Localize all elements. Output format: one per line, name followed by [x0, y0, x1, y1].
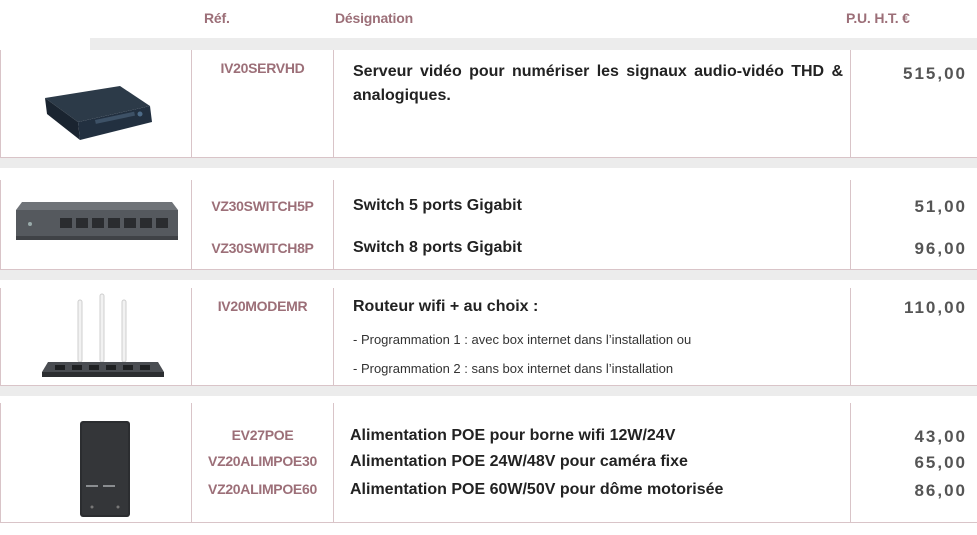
- network-switch-image: [0, 180, 191, 270]
- price-vz30switch5p: 51,00: [914, 197, 967, 216]
- price-iv20modemr: 110,00: [903, 298, 967, 317]
- router-note-1: - Programmation 1 : avec box internet da…: [353, 332, 692, 347]
- header-designation: Désignation: [335, 10, 413, 26]
- designation-video-server: Serveur vidéo pour numériser les signaux…: [353, 63, 843, 104]
- price-vz20alimpoe60: 86,00: [914, 481, 967, 500]
- price-vz30switch8p: 96,00: [914, 239, 967, 258]
- ref-ev27poe: EV27POE: [231, 427, 294, 443]
- designation-router: Routeur wifi + au choix :: [353, 298, 539, 315]
- price-vz20alimpoe30: 65,00: [914, 453, 967, 472]
- ref-vz30switch5p: VZ30SWITCH5P: [211, 198, 314, 214]
- wifi-router-image: [0, 288, 191, 386]
- router-note-2: - Programmation 2 : sans box internet da…: [353, 361, 674, 376]
- designation-switch-5p: Switch 5 ports Gigabit: [353, 197, 522, 214]
- price-ev27poe: 43,00: [914, 427, 967, 446]
- price-iv20servhd: 515,00: [903, 64, 967, 83]
- designation-poe-camera: Alimentation POE 24W/48V pour caméra fix…: [350, 453, 688, 470]
- ref-vz20alimpoe30: VZ20ALIMPOE30: [208, 453, 317, 469]
- ref-iv20servhd: IV20SERVHD: [220, 60, 305, 76]
- header-separator: [90, 38, 977, 50]
- header-price: P.U. H.T. €: [846, 10, 910, 26]
- poe-supply-image: [0, 403, 191, 523]
- designation-poe-wifi: Alimentation POE pour borne wifi 12W/24V: [350, 427, 676, 444]
- header-ref: Réf.: [204, 10, 230, 26]
- ref-vz30switch8p: VZ30SWITCH8P: [211, 240, 314, 256]
- ref-vz20alimpoe60: VZ20ALIMPOE60: [208, 481, 317, 497]
- designation-switch-8p: Switch 8 ports Gigabit: [353, 239, 522, 256]
- video-server-image: [0, 50, 191, 158]
- designation-poe-dome: Alimentation POE 60W/50V pour dôme motor…: [350, 481, 724, 498]
- ref-iv20modemr: IV20MODEMR: [217, 298, 308, 314]
